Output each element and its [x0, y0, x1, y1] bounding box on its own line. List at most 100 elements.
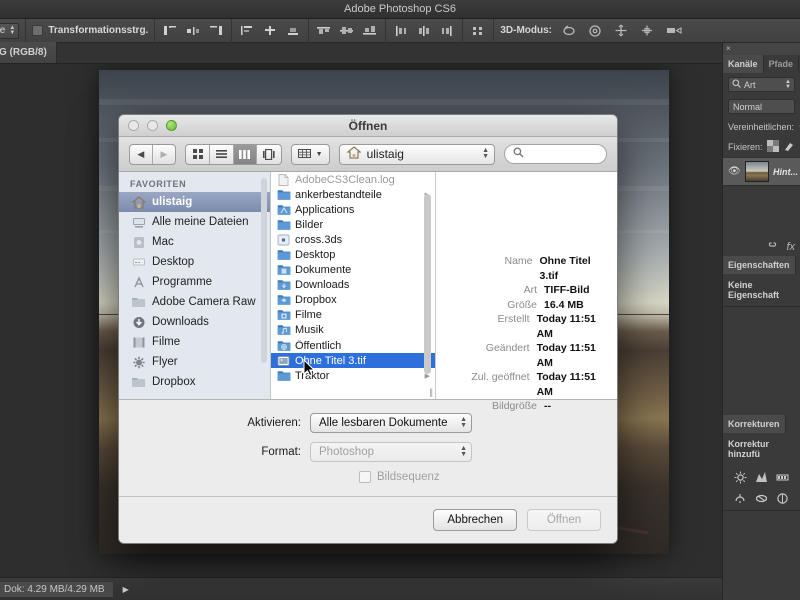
document-tab[interactable]: G (RGB/8) [0, 42, 57, 63]
file-row[interactable]: Filme▶ [271, 308, 435, 323]
column-resize-grip[interactable]: || [429, 387, 433, 397]
group-select[interactable]: Gruppe ▲▼ [0, 22, 20, 39]
open-dialog[interactable]: Öffnen ◀ ▶ ▼ ulistaig ▲ ▼ FAVORITEN ulis… [118, 114, 618, 544]
app-title: Adobe Photoshop CS6 [344, 3, 456, 15]
file-row[interactable]: Applications▶ [271, 202, 435, 217]
sidebar-item-adobe-camera-raw[interactable]: Adobe Camera Raw [119, 292, 270, 312]
distribute-top-icon[interactable] [315, 23, 333, 39]
distribute-right-icon[interactable] [438, 23, 456, 39]
close-icon[interactable]: × [726, 44, 731, 53]
dialog-title: Öffnen [348, 118, 388, 133]
enable-label: Aktivieren: [247, 417, 301, 429]
blend-mode-select[interactable]: Normal [728, 99, 795, 114]
link-icon[interactable] [766, 241, 779, 253]
file-row[interactable]: AdobeCS3Clean.log [271, 172, 435, 187]
sidebar-item-desktop[interactable]: Desktop [119, 252, 270, 272]
chevron-updown-icon: ▲ ▼ [785, 78, 791, 90]
sidebar-item-programme[interactable]: Programme [119, 272, 270, 292]
metadata-value: Today 11:51 AM [536, 313, 596, 340]
distribute-center-icon[interactable] [338, 23, 356, 39]
distribute-horizontal-center-icon[interactable] [415, 23, 433, 39]
arrange-button[interactable]: ▼ [290, 143, 330, 165]
transform-controls-checkbox[interactable] [32, 25, 44, 36]
align-right-edges-icon[interactable] [207, 23, 225, 39]
file-row[interactable]: cross.3ds [271, 232, 435, 247]
levels-icon[interactable] [755, 470, 769, 484]
layer-filter-select[interactable]: Art ▲ ▼ [728, 77, 795, 92]
back-button[interactable]: ◀ [130, 144, 153, 164]
column-view-button[interactable] [233, 144, 258, 164]
align-top-edges-icon[interactable] [238, 23, 256, 39]
open-button[interactable]: Öffnen [527, 509, 601, 531]
file-row[interactable]: Downloads▶ [271, 278, 435, 293]
format-select[interactable]: Photoshop ▲ ▼ [310, 442, 472, 462]
forward-button[interactable]: ▶ [153, 145, 176, 164]
coverflow-view-button[interactable] [257, 145, 281, 164]
align-horizontal-centers-icon[interactable] [184, 23, 202, 39]
distribute-spacing-icon[interactable] [469, 23, 487, 39]
path-popup-button[interactable]: ulistaig ▲ ▼ [338, 143, 496, 165]
fx-icon[interactable]: fx [786, 241, 795, 253]
layer-thumbnail [744, 161, 769, 182]
eye-icon[interactable]: 👁 [725, 166, 741, 177]
tab-channels[interactable]: Kanäle [723, 55, 764, 73]
curves-icon[interactable] [776, 470, 790, 484]
dialog-titlebar[interactable]: Öffnen [119, 115, 617, 137]
layer-row[interactable]: 👁 Hint... [723, 157, 800, 185]
rotate-3d-icon[interactable] [560, 23, 578, 39]
image-sequence-checkbox[interactable] [359, 471, 371, 483]
tab-properties-secondary[interactable]: Pr [795, 256, 800, 274]
lock-transparency-icon[interactable] [766, 140, 779, 154]
music-folder-icon [277, 324, 291, 336]
properties-empty-message: Keine Eigenschaft [728, 280, 780, 300]
file-row[interactable]: Dokumente▶ [271, 263, 435, 278]
file-row[interactable]: Bilder▶ [271, 217, 435, 232]
align-bottom-edges-icon[interactable] [284, 23, 302, 39]
metadata-row: Geändert Today 11:51 AM [436, 341, 609, 370]
file-row[interactable]: ankerbestandteile▶ [271, 187, 435, 202]
tab-adjustments[interactable]: Korrekturen [723, 415, 786, 433]
file-name: Öffentlich [295, 339, 342, 352]
sidebar-item-ulistaig[interactable]: ulistaig [119, 192, 270, 212]
mode-3d-group: 3D-Modus: [494, 19, 688, 43]
file-row[interactable]: Ohne Titel 3.tif [271, 353, 435, 369]
sidebar-item-mac[interactable]: Mac [119, 232, 270, 252]
pan-3d-icon[interactable] [612, 23, 630, 39]
file-list-scrollbar[interactable] [424, 194, 431, 374]
roll-3d-icon[interactable] [586, 23, 604, 39]
align-left-edges-icon[interactable] [161, 23, 179, 39]
distribute-left-icon[interactable] [392, 23, 410, 39]
list-view-button[interactable] [210, 144, 234, 164]
file-row[interactable]: Öffentlich▶ [271, 338, 435, 353]
icon-view-button[interactable] [186, 144, 210, 164]
enable-select[interactable]: Alle lesbaren Dokumente ▲ ▼ [310, 413, 472, 433]
slide-3d-icon[interactable] [638, 23, 656, 39]
sidebar-item-dropbox[interactable]: Dropbox [119, 372, 270, 392]
file-row[interactable]: Musik▶ [271, 323, 435, 338]
tab-paths[interactable]: Pfade [763, 55, 800, 73]
tab-properties[interactable]: Eigenschaften [723, 256, 796, 274]
exposure-icon[interactable] [734, 491, 748, 505]
sidebar-scrollbar[interactable] [261, 178, 267, 363]
lock-label: Fixieren: [728, 142, 763, 152]
align-vertical-centers-icon[interactable] [261, 23, 279, 39]
file-browser-column[interactable]: AdobeCS3Clean.logankerbestandteile▶Appli… [271, 172, 436, 399]
search-icon [513, 147, 524, 161]
sidebar-item-downloads[interactable]: Downloads [119, 312, 270, 332]
file-row[interactable]: Dropbox▶ [271, 293, 435, 308]
cancel-button[interactable]: Abbrechen [433, 509, 517, 531]
file-row[interactable]: Traktor ▶ [271, 368, 435, 383]
search-field[interactable] [504, 144, 607, 164]
file-row[interactable]: Desktop▶ [271, 247, 435, 262]
sidebar-item-alle-meine-dateien[interactable]: Alle meine Dateien [119, 212, 270, 232]
sidebar-item-flyer[interactable]: Flyer [119, 352, 270, 372]
lock-image-icon[interactable] [783, 140, 795, 154]
scale-3d-camera-icon[interactable] [664, 23, 682, 39]
hue-saturation-icon[interactable] [776, 491, 790, 505]
sidebar-item-label: Dropbox [152, 376, 196, 388]
status-menu-arrow-icon[interactable]: ▶ [113, 585, 129, 594]
brightness-contrast-icon[interactable] [734, 470, 748, 484]
vibrance-icon[interactable] [755, 491, 769, 505]
sidebar-item-filme[interactable]: Filme [119, 332, 270, 352]
distribute-bottom-icon[interactable] [361, 23, 379, 39]
